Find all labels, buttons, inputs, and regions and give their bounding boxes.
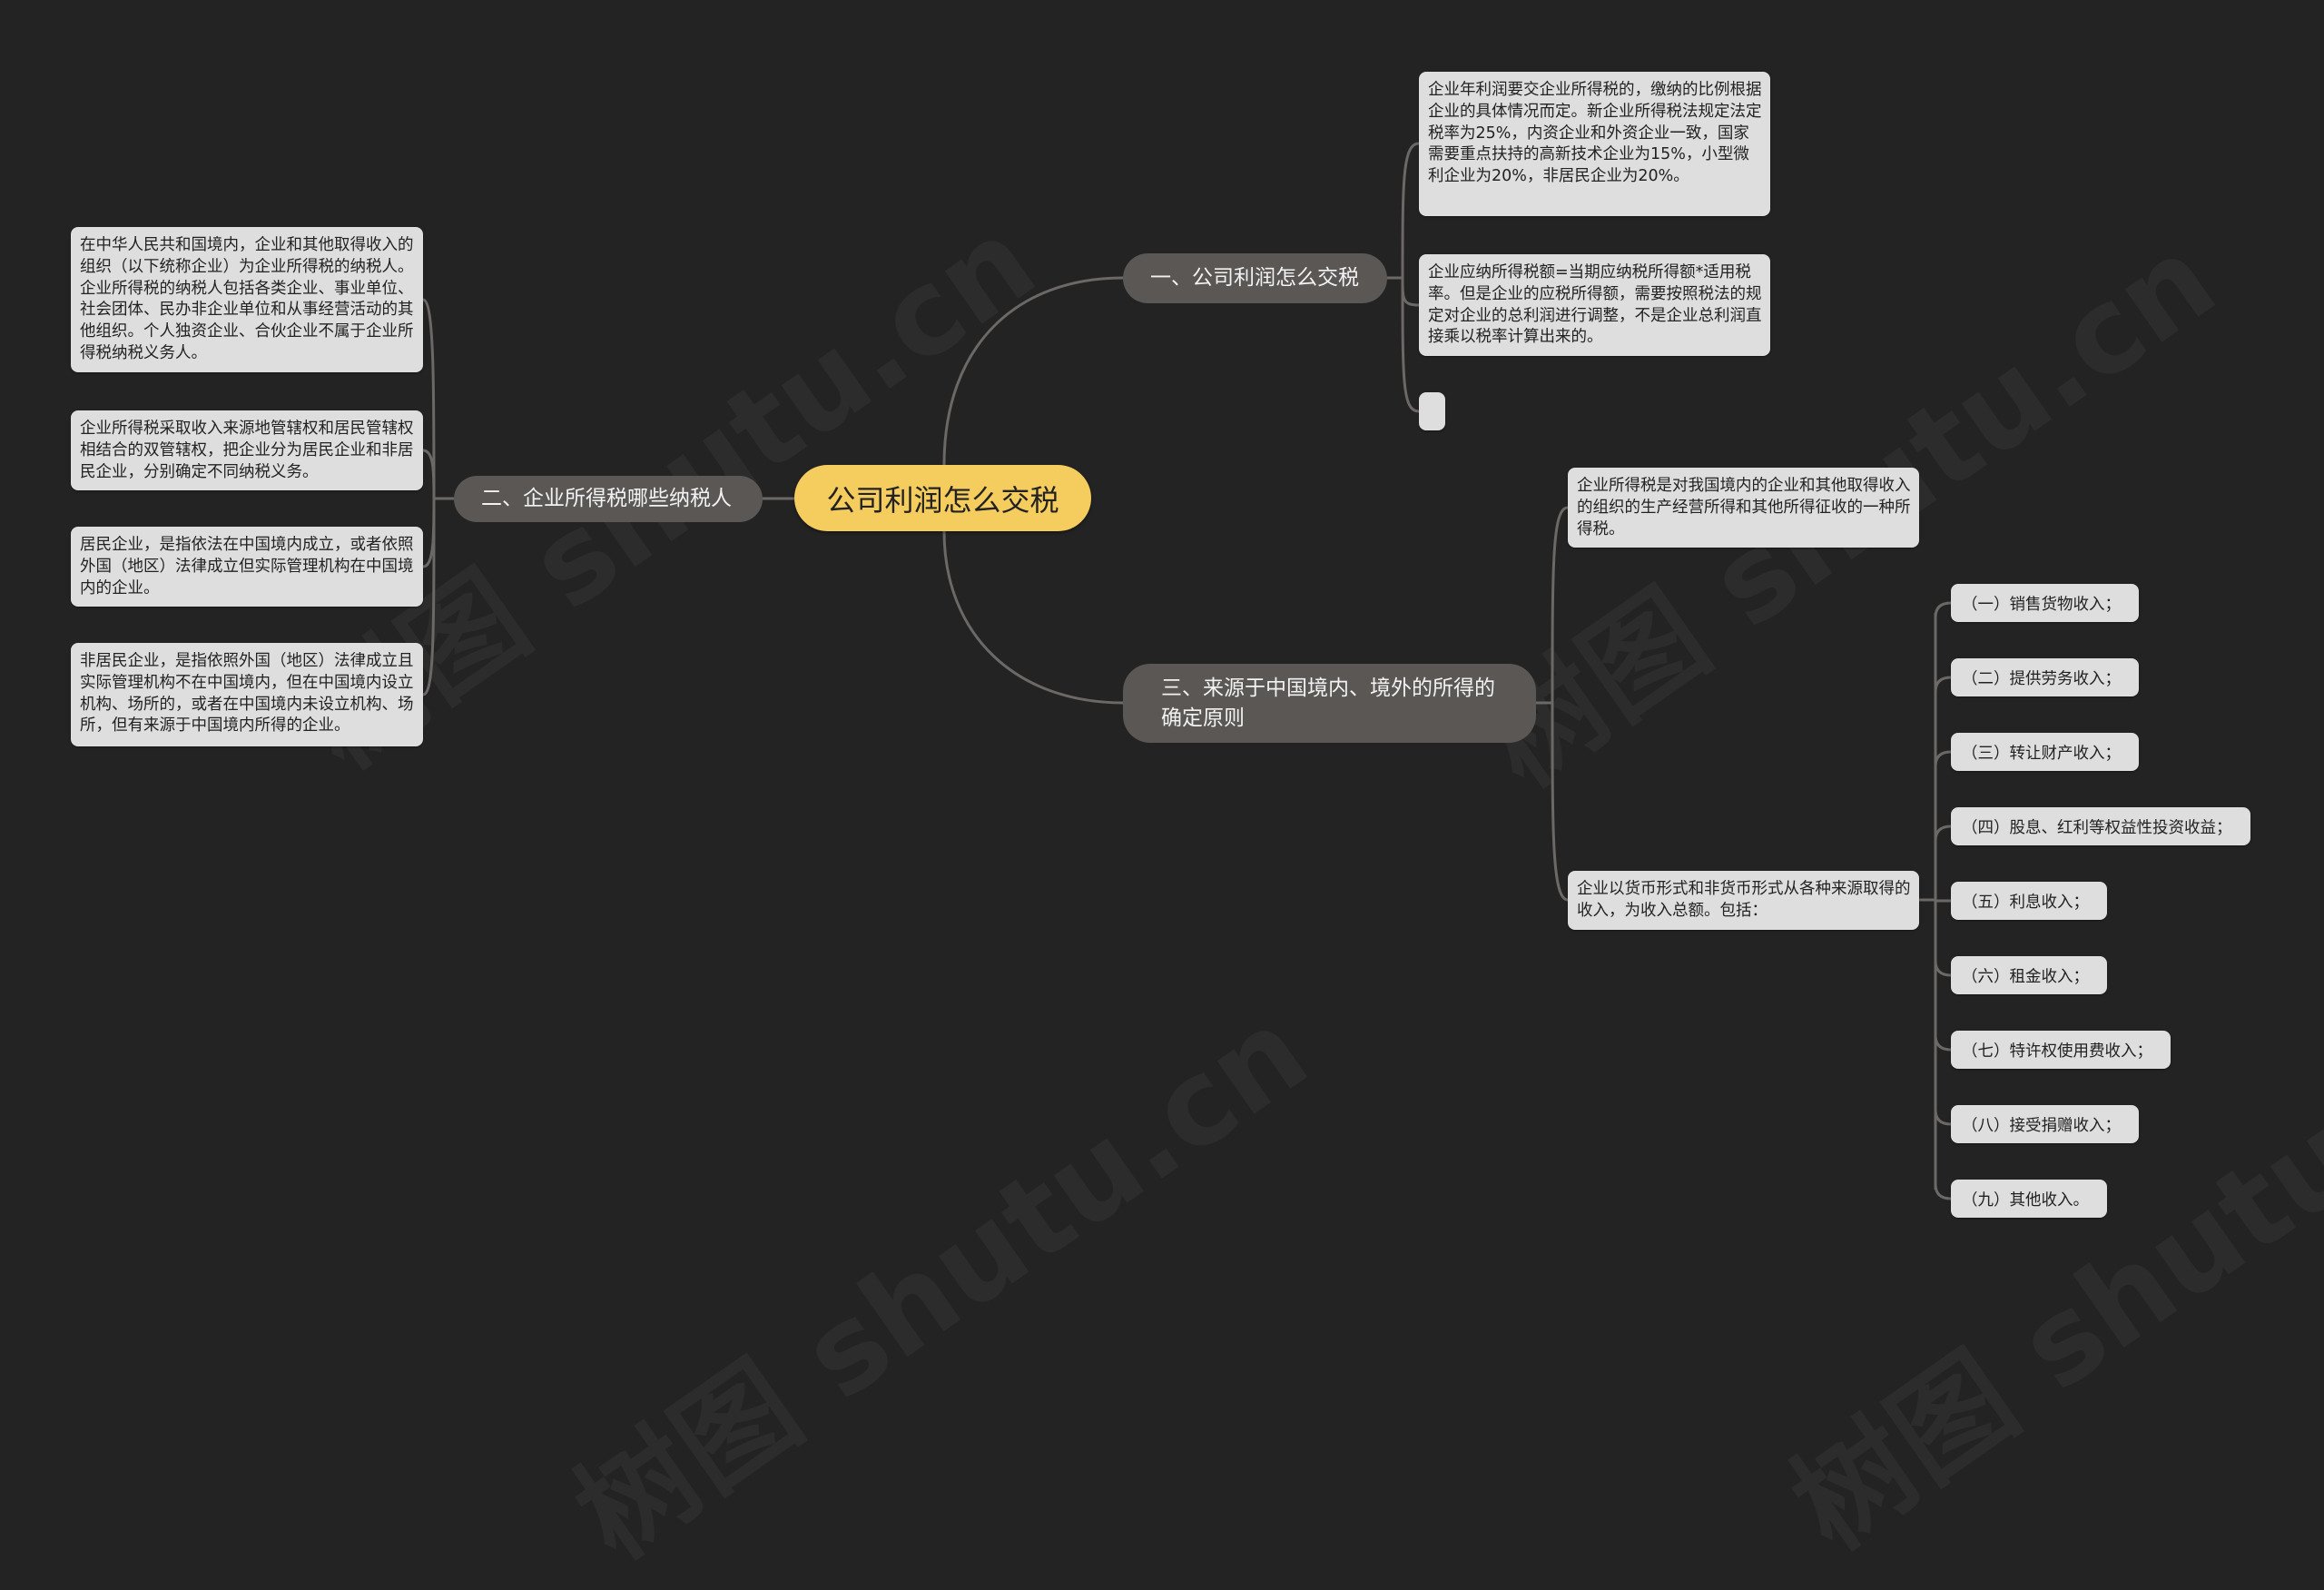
income-item-other[interactable]: （九）其他收入。 bbox=[1951, 1180, 2107, 1218]
branch-income-source-principles[interactable]: 三、来源于中国境内、境外的所得的确定原则 bbox=[1123, 664, 1536, 743]
income-item-interest[interactable]: （五）利息收入； bbox=[1951, 882, 2107, 920]
income-item-sales[interactable]: （一）销售货物收入； bbox=[1951, 584, 2139, 622]
connector-income-3 bbox=[1934, 750, 1952, 767]
leaf-dual-jurisdiction[interactable]: 企业所得税采取收入来源地管辖权和居民管辖权相结合的双管辖权，把企业分为居民企业和… bbox=[71, 410, 423, 490]
leaf-taxpayer-definition[interactable]: 在中华人民共和国境内，企业和其他取得收入的组织（以下统称企业）为企业所得税的纳税… bbox=[71, 227, 423, 372]
connector-b2-leaf2 bbox=[422, 449, 436, 499]
connector-income-8 bbox=[1934, 1109, 1952, 1126]
income-item-services[interactable]: （二）提供劳务收入； bbox=[1951, 658, 2139, 696]
income-item-dividends[interactable]: （四）股息、红利等权益性投资收益； bbox=[1951, 807, 2250, 845]
connector-income-6 bbox=[1934, 960, 1952, 977]
leaf-empty[interactable] bbox=[1419, 392, 1445, 430]
connector-root-b3 bbox=[942, 530, 1124, 705]
connector-b3-leaf1 bbox=[1551, 506, 1569, 704]
leaf-resident-enterprise[interactable]: 居民企业，是指依法在中国境内成立，或者依照外国（地区）法律成立但实际管理机构在中… bbox=[71, 527, 423, 607]
root-topic[interactable]: 公司利润怎么交税 bbox=[794, 465, 1091, 531]
leaf-income-tax-definition[interactable]: 企业所得税是对我国境内的企业和其他取得收入的组织的生产经营所得和其他所得征收的一… bbox=[1568, 468, 1919, 548]
connector-b2-leaf3 bbox=[422, 498, 436, 568]
connector-income-2 bbox=[1934, 676, 1952, 693]
leaf-nonresident-enterprise[interactable]: 非居民企业，是指依照外国（地区）法律成立且实际管理机构不在中国境内，但在中国境内… bbox=[71, 643, 423, 746]
income-item-royalties[interactable]: （七）特许权使用费收入； bbox=[1951, 1031, 2171, 1069]
income-item-property-transfer[interactable]: （三）转让财产收入； bbox=[1951, 733, 2139, 771]
connector-b1-leaf2 bbox=[1401, 277, 1420, 307]
leaf-tax-formula[interactable]: 企业应纳所得税额=当期应纳税所得额*适用税率。但是企业的应税所得额，需要按照税法… bbox=[1419, 254, 1770, 356]
connector-b1-leaf1 bbox=[1401, 142, 1420, 279]
connector-income-7 bbox=[1934, 1034, 1952, 1052]
connector-income-9 bbox=[1934, 1183, 1952, 1200]
connector-b3-leaf2 bbox=[1551, 702, 1569, 902]
leaf-tax-rates[interactable]: 企业年利润要交企业所得税的，缴纳的比例根据企业的具体情况而定。新企业所得税法规定… bbox=[1419, 72, 1770, 216]
connector-root-b1 bbox=[942, 276, 1124, 466]
branch-how-to-pay[interactable]: 一、公司利润怎么交税 bbox=[1123, 253, 1387, 303]
connector-income-1 bbox=[1934, 601, 1952, 618]
branch-taxpayers[interactable]: 二、企业所得税哪些纳税人 bbox=[454, 476, 763, 522]
income-item-donations[interactable]: （八）接受捐赠收入； bbox=[1951, 1105, 2139, 1143]
leaf-total-income[interactable]: 企业以货币形式和非货币形式从各种来源取得的收入，为收入总额。包括： bbox=[1568, 871, 1919, 930]
connector-income-4 bbox=[1934, 825, 1952, 842]
income-item-rent[interactable]: （六）租金收入； bbox=[1951, 956, 2107, 994]
